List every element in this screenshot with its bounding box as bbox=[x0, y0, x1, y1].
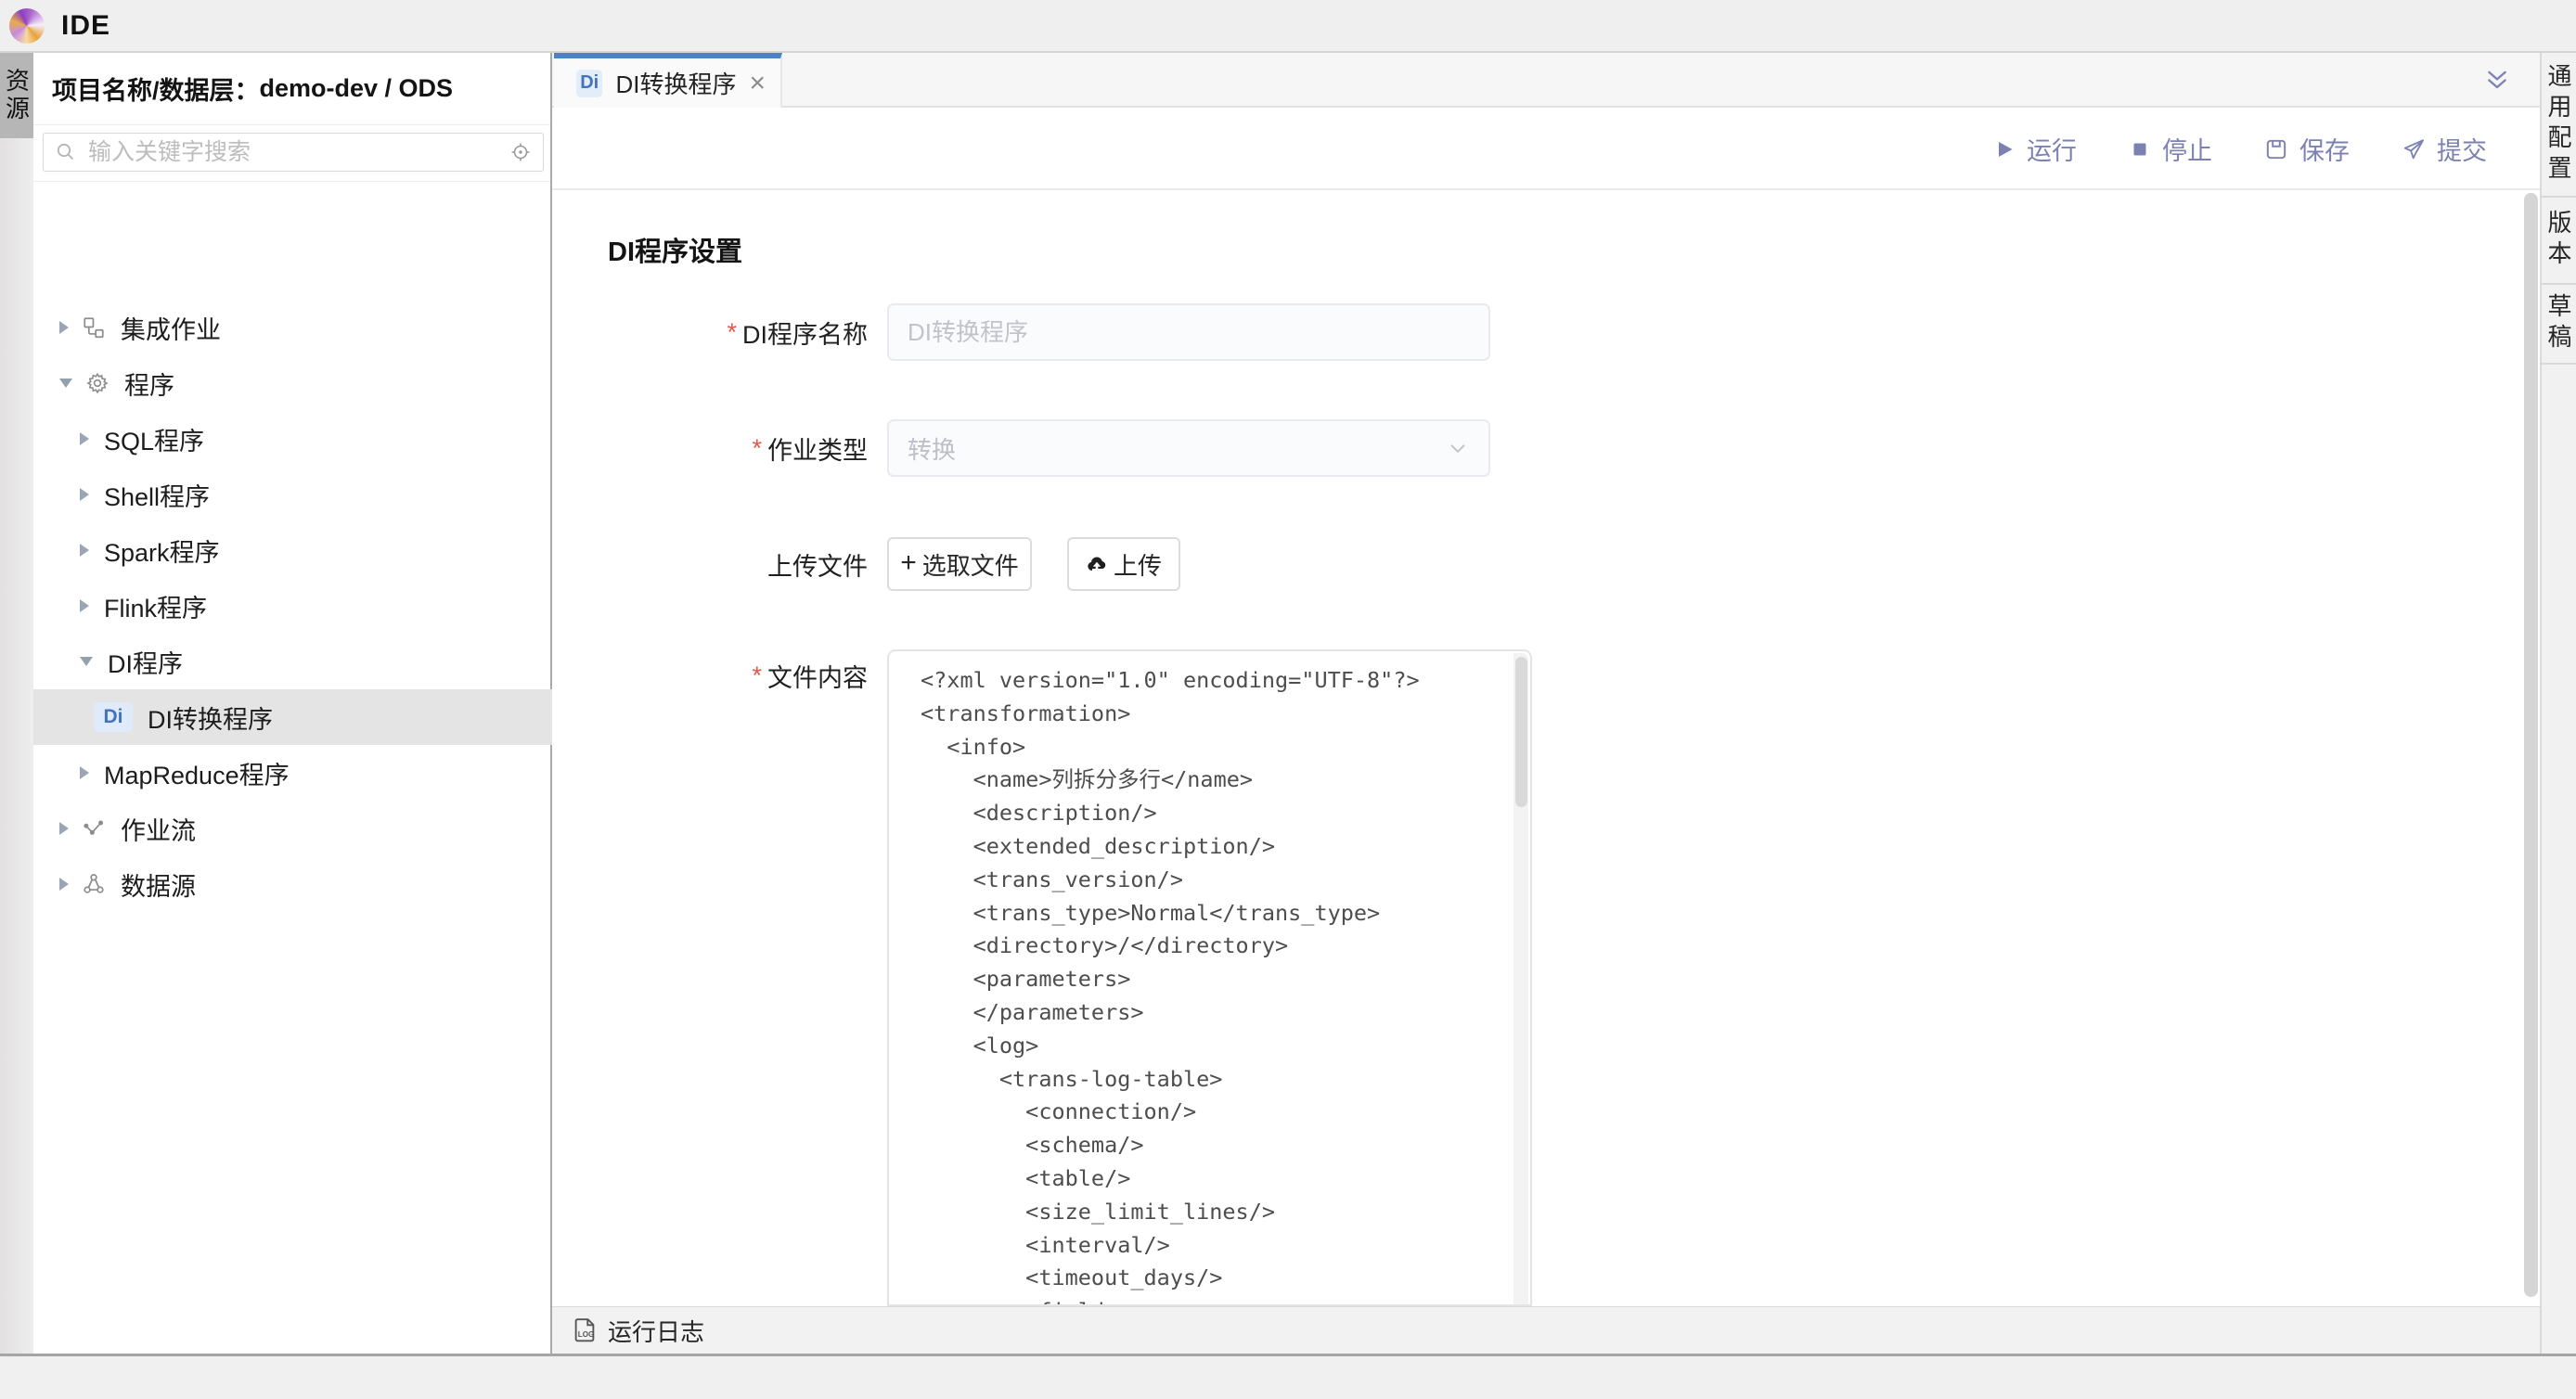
caret-right-icon[interactable] bbox=[59, 822, 69, 835]
locate-icon[interactable] bbox=[509, 141, 532, 163]
tab-versions[interactable]: 版本 bbox=[2542, 198, 2576, 285]
caret-right-icon[interactable] bbox=[80, 488, 89, 501]
editor-scrollbar-thumb[interactable] bbox=[1515, 657, 1527, 807]
run-button[interactable]: 运行 bbox=[1993, 131, 2077, 167]
required-mark: * bbox=[752, 661, 762, 690]
tab-bar: Di DI转换程序 × bbox=[552, 53, 2540, 108]
tree-item-di-transform-program[interactable]: Di DI转换程序 bbox=[33, 689, 552, 745]
main-scrollbar-thumb[interactable] bbox=[2524, 193, 2538, 1297]
close-icon[interactable]: × bbox=[749, 70, 766, 97]
name-field-label: * DI程序名称 bbox=[552, 303, 868, 361]
save-button[interactable]: 保存 bbox=[2264, 131, 2350, 167]
caret-right-icon[interactable] bbox=[80, 544, 89, 557]
main-panel: Di DI转换程序 × 运行 停止 保存 提交 bbox=[552, 53, 2540, 1354]
upload-field-label: 上传文件 bbox=[552, 537, 868, 591]
play-icon bbox=[1993, 138, 2016, 160]
submit-button[interactable]: 提交 bbox=[2402, 131, 2487, 167]
job-type-select[interactable]: 转换 bbox=[887, 419, 1490, 477]
content-field-label: * 文件内容 bbox=[552, 659, 868, 692]
name-input[interactable] bbox=[887, 303, 1490, 361]
collapse-toolbar-button[interactable] bbox=[2484, 68, 2510, 94]
required-mark: * bbox=[727, 318, 737, 347]
form-title: DI程序设置 bbox=[608, 235, 742, 270]
bottom-strip bbox=[0, 1354, 2576, 1399]
tree-item-flink-programs[interactable]: Flink程序 bbox=[33, 578, 552, 634]
caret-down-icon[interactable] bbox=[80, 657, 93, 666]
chevron-down-icon bbox=[1446, 436, 1470, 460]
plus-icon: + bbox=[900, 549, 917, 577]
caret-right-icon[interactable] bbox=[59, 321, 69, 334]
di-badge: Di bbox=[576, 70, 602, 97]
tree-item-integration-jobs[interactable]: 集成作业 bbox=[33, 300, 552, 355]
tree-item-shell-programs[interactable]: Shell程序 bbox=[33, 467, 552, 522]
tree-item-mapreduce-programs[interactable]: MapReduce程序 bbox=[33, 745, 552, 801]
tree-item-programs[interactable]: 程序 bbox=[33, 355, 552, 411]
datasource-icon bbox=[82, 872, 106, 896]
workflow-icon bbox=[82, 816, 106, 841]
run-log-label: 运行日志 bbox=[608, 1314, 704, 1348]
tree-item-datasources[interactable]: 数据源 bbox=[33, 856, 552, 912]
tree-item-spark-programs[interactable]: Spark程序 bbox=[33, 522, 552, 578]
tree-item-di-programs[interactable]: DI程序 bbox=[33, 634, 552, 689]
editor-toolbar: 运行 停止 保存 提交 bbox=[552, 108, 2540, 190]
editor-scrollbar-track[interactable] bbox=[1513, 653, 1528, 1304]
project-header-value: demo-dev / ODS bbox=[260, 74, 454, 103]
double-chevron-down-icon bbox=[2484, 68, 2510, 94]
caret-down-icon[interactable] bbox=[59, 379, 72, 388]
project-header: 项目名称/数据层： demo-dev / ODS bbox=[33, 53, 550, 125]
right-rail: 通用配置 版本 草稿 bbox=[2540, 53, 2576, 1354]
resource-sidebar: 项目名称/数据层： demo-dev / ODS 集成作业 程序 SQL程序 S… bbox=[33, 53, 552, 1354]
choose-file-button[interactable]: + 选取文件 bbox=[887, 537, 1032, 591]
integration-icon bbox=[82, 315, 106, 340]
search-icon bbox=[55, 141, 77, 163]
top-bar: IDE bbox=[0, 0, 2576, 53]
app-logo-icon bbox=[9, 8, 45, 44]
caret-right-icon[interactable] bbox=[80, 766, 89, 779]
tree-item-sql-programs[interactable]: SQL程序 bbox=[33, 411, 552, 467]
save-icon bbox=[2264, 137, 2288, 161]
svg-text:LOG: LOG bbox=[578, 1330, 595, 1339]
form-content: DI程序设置 * DI程序名称 * 作业类型 转换 上传文件 + 选取文件 上传 bbox=[552, 190, 2540, 1306]
di-badge: Di bbox=[94, 702, 133, 732]
log-file-icon: LOG bbox=[571, 1316, 599, 1344]
stop-icon bbox=[2129, 138, 2151, 160]
stop-button[interactable]: 停止 bbox=[2129, 131, 2212, 167]
gear-icon bbox=[85, 371, 109, 395]
caret-right-icon[interactable] bbox=[59, 878, 69, 891]
rail-tab-resources[interactable]: 资源 bbox=[0, 53, 33, 138]
tab-di-transform-program[interactable]: Di DI转换程序 × bbox=[554, 53, 782, 108]
tab-label: DI转换程序 bbox=[615, 66, 736, 100]
caret-right-icon[interactable] bbox=[80, 432, 89, 445]
paper-plane-icon bbox=[2402, 137, 2426, 161]
search-box[interactable] bbox=[43, 133, 544, 172]
type-field-label: * 作业类型 bbox=[552, 419, 868, 477]
caret-right-icon[interactable] bbox=[80, 599, 89, 612]
search-input[interactable] bbox=[88, 139, 509, 166]
job-type-value: 转换 bbox=[908, 431, 1446, 466]
file-content-editor[interactable]: <?xml version="1.0" encoding="UTF-8"?> <… bbox=[887, 649, 1532, 1306]
tree-item-workflows[interactable]: 作业流 bbox=[33, 801, 552, 856]
file-content-text[interactable]: <?xml version="1.0" encoding="UTF-8"?> <… bbox=[889, 651, 1530, 1306]
search-section bbox=[33, 125, 550, 182]
tab-general-config[interactable]: 通用配置 bbox=[2542, 53, 2576, 198]
upload-button[interactable]: 上传 bbox=[1067, 537, 1180, 591]
run-log-bar[interactable]: LOG 运行日志 bbox=[552, 1306, 2540, 1354]
project-header-label: 项目名称/数据层： bbox=[52, 71, 260, 107]
app-title: IDE bbox=[61, 10, 110, 42]
left-rail: 资源 bbox=[0, 53, 33, 1354]
cloud-upload-icon bbox=[1086, 553, 1108, 575]
required-mark: * bbox=[752, 434, 762, 463]
tab-drafts[interactable]: 草稿 bbox=[2542, 285, 2576, 365]
